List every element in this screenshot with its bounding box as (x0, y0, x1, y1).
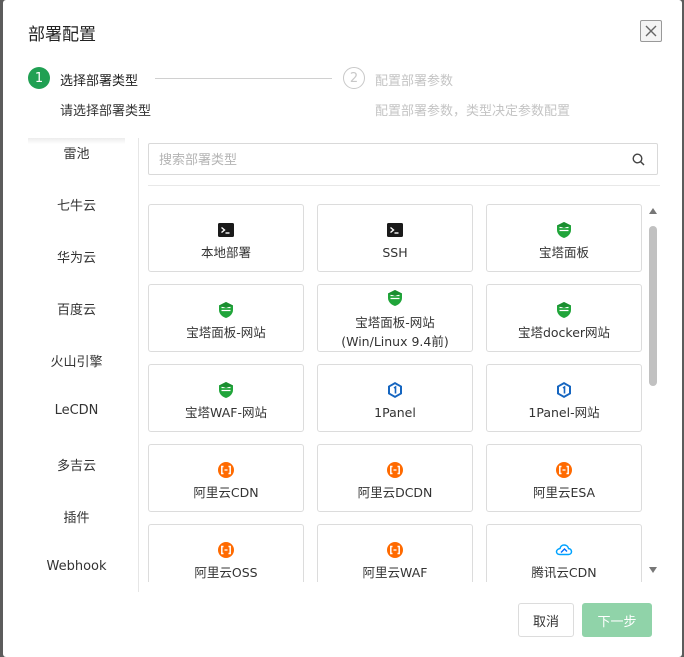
card-label: SSH (382, 245, 408, 260)
search-box (148, 143, 658, 176)
step-2-description: 配置部署参数，类型决定参数配置 (375, 104, 571, 119)
deploy-type-card[interactable]: 阿里云OSS (148, 524, 304, 582)
card-label: 宝塔面板-网站 (355, 315, 435, 330)
scrollbar-thumb[interactable] (649, 226, 657, 386)
sidebar-item[interactable]: 雷池 (28, 143, 125, 162)
aliyun-icon (386, 461, 404, 479)
aliyun-icon (217, 461, 235, 479)
cancel-button[interactable]: 取消 (518, 603, 574, 637)
sidebar-item[interactable]: 多吉云 (28, 455, 125, 474)
onepanel-icon (386, 381, 404, 399)
deploy-type-card[interactable]: 宝塔面板 (486, 204, 642, 272)
deploy-type-card[interactable]: 宝塔docker网站 (486, 284, 642, 352)
step-2-indicator: 2 (343, 67, 365, 89)
deploy-type-grid: 本地部署 SSH 宝塔面板 宝塔面板-网站 宝塔面板-网站 (Win/Linux 9.4前… (148, 196, 648, 582)
step-2-title: 配置部署参数 (375, 74, 454, 89)
card-label: 宝塔docker网站 (517, 325, 611, 340)
deploy-type-card[interactable]: SSH (317, 204, 473, 272)
baota-icon (386, 289, 404, 307)
card-label: 阿里云OSS (194, 565, 258, 580)
close-button[interactable] (640, 20, 662, 42)
terminal-icon (386, 221, 404, 239)
card-label: 本地部署 (200, 245, 251, 260)
deploy-type-card[interactable]: 本地部署 (148, 204, 304, 272)
baota-icon (555, 301, 573, 319)
close-icon (645, 25, 657, 37)
tencent-cloud-icon (555, 541, 573, 559)
sidebar-item[interactable]: 七牛云 (28, 195, 125, 214)
deploy-type-card[interactable]: 宝塔面板-网站 (148, 284, 304, 352)
card-label: 1Panel (374, 405, 416, 420)
aliyun-icon (386, 541, 404, 559)
deploy-type-card[interactable]: 阿里云CDN (148, 444, 304, 512)
deploy-type-card[interactable]: 阿里云WAF (317, 524, 473, 582)
card-sublabel: (Win/Linux 9.4前) (341, 334, 449, 349)
onepanel-icon (555, 381, 573, 399)
sidebar-item[interactable]: LeCDN (28, 403, 125, 418)
card-label: 腾讯云CDN (531, 565, 597, 580)
scroll-up-arrow[interactable] (649, 208, 657, 214)
step-1-description: 请选择部署类型 (60, 104, 152, 119)
step-1-title: 选择部署类型 (60, 74, 139, 89)
card-label: 宝塔WAF-网站 (185, 405, 267, 420)
step-connector (155, 78, 332, 79)
step-1-indicator: 1 (28, 67, 50, 89)
search-divider (148, 185, 660, 186)
card-label: 1Panel-网站 (528, 405, 600, 420)
deploy-type-card[interactable]: 1Panel (317, 364, 473, 432)
card-label: 宝塔面板-网站 (186, 325, 266, 340)
dialog-title: 部署配置 (28, 25, 96, 45)
deploy-type-card[interactable]: 阿里云ESA (486, 444, 642, 512)
next-step-button[interactable]: 下一步 (582, 603, 652, 637)
sidebar-item[interactable]: Webhook (28, 559, 125, 574)
card-label: 阿里云WAF (362, 565, 428, 580)
sidebar-item[interactable]: 华为云 (28, 247, 125, 266)
aliyun-icon (555, 461, 573, 479)
card-label: 宝塔面板 (538, 245, 589, 260)
sidebar-item[interactable]: 百度云 (28, 299, 125, 318)
terminal-icon (217, 221, 235, 239)
sidebar-item[interactable]: 插件 (28, 507, 125, 526)
search-input[interactable] (157, 144, 621, 176)
sidebar-item[interactable]: 火山引擎 (28, 351, 125, 370)
card-label: 阿里云DCDN (357, 485, 433, 500)
aliyun-icon (217, 541, 235, 559)
deploy-type-card[interactable]: 腾讯云CDN (486, 524, 642, 582)
deploy-type-card[interactable]: 宝塔面板-网站 (Win/Linux 9.4前) (317, 284, 473, 352)
search-icon[interactable] (632, 153, 645, 166)
card-label: 阿里云ESA (532, 485, 596, 500)
deploy-type-card[interactable]: 宝塔WAF-网站 (148, 364, 304, 432)
deploy-config-dialog: 部署配置 1 选择部署类型 2 配置部署参数 请选择部署类型 配置部署参数，类型… (3, 0, 682, 657)
deploy-type-card[interactable]: 1Panel-网站 (486, 364, 642, 432)
baota-icon (217, 301, 235, 319)
deploy-type-card[interactable]: 阿里云DCDN (317, 444, 473, 512)
scroll-down-arrow[interactable] (649, 567, 657, 573)
provider-sidebar: 雷池 七牛云 华为云 百度云 火山引擎 LeCDN 多吉云 插件 Webhook (28, 138, 139, 592)
baota-icon (217, 381, 235, 399)
card-label: 阿里云CDN (193, 485, 259, 500)
baota-icon (555, 221, 573, 239)
